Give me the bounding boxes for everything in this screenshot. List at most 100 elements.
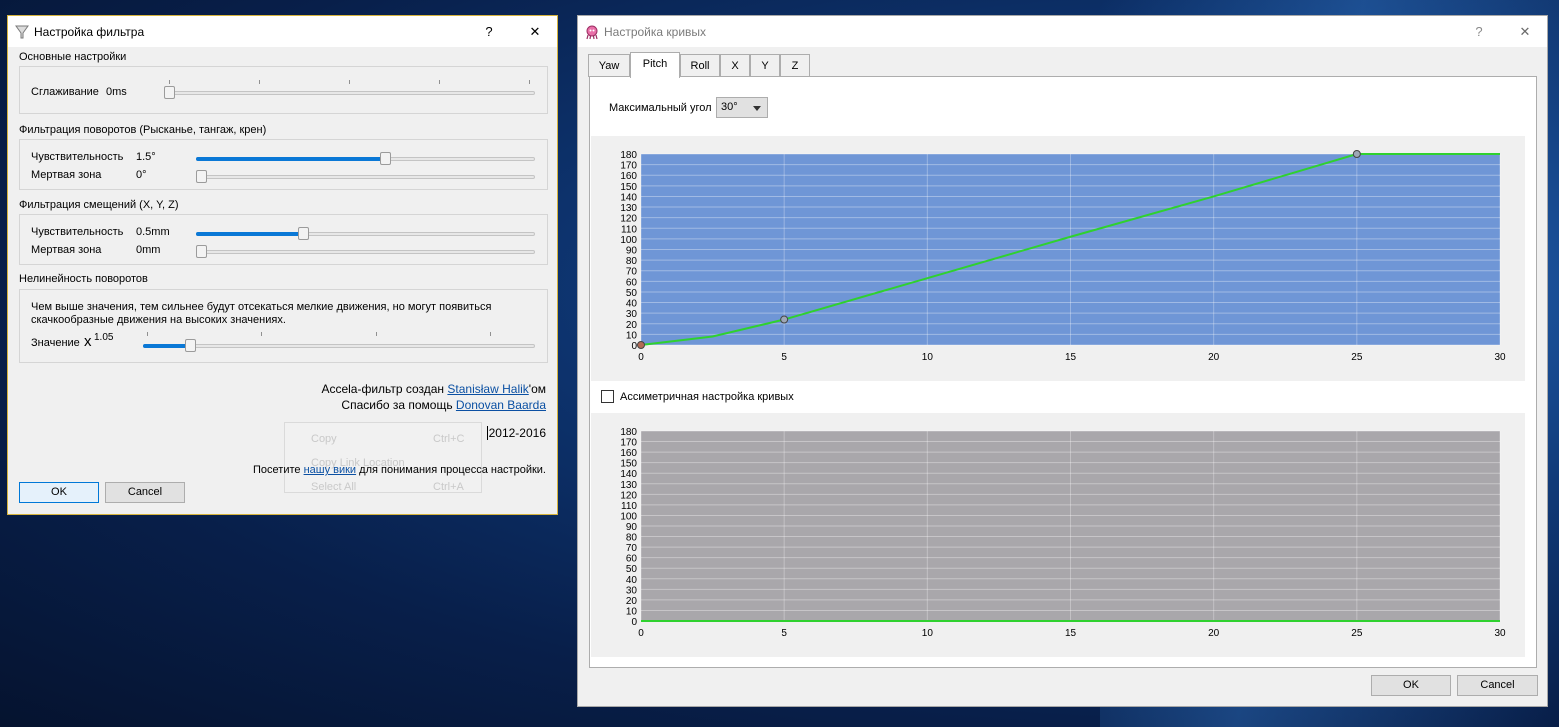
context-menu-select-all[interactable]: Select All — [311, 481, 356, 493]
tab-x[interactable]: X — [720, 54, 750, 77]
title-bar[interactable]: Настройка кривых ? ✕ — [578, 16, 1547, 47]
nonlinearity-description: Чем выше значения, тем сильнее будут отс… — [31, 301, 492, 326]
smoothing-slider[interactable] — [164, 86, 535, 100]
window-title: Настройка фильтра — [34, 25, 145, 39]
slider-handle[interactable] — [379, 152, 391, 165]
chevron-down-icon — [753, 106, 761, 111]
nonlinearity-value-base: x — [84, 333, 92, 350]
x-tick-label: 20 — [1208, 628, 1220, 639]
y-tick-label: 120 — [620, 490, 637, 501]
close-button[interactable]: ✕ — [1510, 22, 1540, 42]
credits-thanks-prefix: Спасибо за помощь — [341, 398, 456, 412]
slider-handle[interactable] — [196, 245, 207, 258]
translation-sensitivity-label: Чувствительность — [31, 226, 124, 238]
y-tick-label: 80 — [626, 533, 638, 544]
asymmetric-checkbox[interactable] — [601, 390, 614, 403]
rotation-sensitivity-slider[interactable] — [196, 152, 535, 166]
thanks-link[interactable]: Donovan Baarda — [456, 398, 546, 412]
rotation-sensitivity-label: Чувствительность — [31, 151, 124, 163]
y-tick-label: 20 — [626, 320, 638, 331]
slider-tick — [490, 332, 491, 336]
credits-author: Accela-фильтр создан Stanisław Halik'ом — [321, 382, 546, 396]
rotation-deadzone-slider[interactable] — [196, 170, 535, 184]
slider-tick — [529, 80, 530, 84]
context-menu-copy[interactable]: Copy — [311, 433, 337, 445]
x-tick-label: 15 — [1065, 352, 1077, 363]
slider-tick — [261, 332, 262, 336]
nonlinearity-label: Нелинейность поворотов — [19, 273, 148, 285]
translation-filter-group: Чувствительность 0.5mm Мертвая зона 0mm — [19, 214, 548, 265]
translation-sensitivity-slider[interactable] — [196, 227, 535, 241]
curve-control-point — [780, 315, 789, 324]
filter-app-icon — [15, 25, 29, 39]
slider-handle[interactable] — [196, 170, 207, 183]
y-tick-label: 110 — [621, 224, 637, 235]
slider-track — [196, 175, 535, 179]
y-tick-label: 60 — [626, 277, 638, 288]
slider-tick — [169, 80, 170, 84]
y-tick-label: 170 — [620, 161, 637, 172]
y-tick-label: 140 — [620, 469, 637, 480]
asymmetric-label: Ассиметричная настройка кривых — [620, 391, 794, 403]
slider-fill — [196, 157, 386, 161]
translation-deadzone-label: Мертвая зона — [31, 244, 102, 256]
asymmetric-curve-chart[interactable]: 0102030405060708090100110120130140150160… — [591, 413, 1525, 657]
y-tick-label: 150 — [620, 459, 637, 470]
help-button[interactable]: ? — [1464, 22, 1494, 42]
author-link[interactable]: Stanisław Halik — [447, 382, 528, 396]
rotation-deadzone-value: 0° — [136, 169, 147, 181]
slider-tick — [259, 80, 260, 84]
slider-handle[interactable] — [164, 86, 175, 99]
y-tick-label: 170 — [620, 438, 637, 449]
y-tick-label: 180 — [620, 427, 637, 438]
max-angle-dropdown[interactable]: 30° — [716, 97, 768, 118]
curve-control-point — [637, 341, 645, 349]
help-button[interactable]: ? — [474, 22, 504, 42]
y-tick-label: 120 — [620, 214, 637, 225]
y-tick-label: 70 — [626, 267, 638, 278]
tab-y[interactable]: Y — [750, 54, 780, 77]
wiki-suffix: для понимания процесса настройки. — [356, 464, 546, 476]
x-tick-label: 10 — [922, 628, 934, 639]
pitch-tab-panel: Максимальный угол 30° 0 10 20 30 40 50 60 70 80 9… — [589, 76, 1537, 668]
translation-filter-label: Фильтрация смещений (X, Y, Z) — [19, 199, 179, 211]
pitch-curve-chart[interactable]: 0102030405060708090100110120130140150160… — [591, 136, 1525, 381]
close-button[interactable]: ✕ — [520, 22, 550, 42]
translation-deadzone-slider[interactable] — [196, 245, 535, 259]
copyright-years: 2012-2016 — [486, 426, 546, 440]
nonlinearity-slider[interactable] — [143, 339, 535, 353]
tab-z[interactable]: Z — [780, 54, 810, 77]
x-tick-label: 25 — [1351, 352, 1363, 363]
ok-button[interactable]: OK — [19, 482, 99, 503]
tab-roll[interactable]: Roll — [680, 54, 720, 77]
y-tick-label: 20 — [626, 596, 638, 607]
y-tick-label: 110 — [621, 501, 637, 512]
y-tick-label: 60 — [626, 554, 638, 565]
wiki-link[interactable]: нашу вики — [304, 464, 357, 476]
y-tick-label: 130 — [620, 480, 637, 491]
basic-settings-label: Основные настройки — [19, 51, 127, 63]
x-tick-label: 20 — [1208, 352, 1220, 363]
wiki-prefix: Посетите — [253, 464, 304, 476]
slider-handle[interactable] — [184, 339, 196, 352]
slider-handle[interactable] — [297, 227, 309, 240]
translation-deadzone-value: 0mm — [136, 244, 161, 256]
y-tick-label: 90 — [626, 522, 638, 533]
rotation-filter-label: Фильтрация поворотов (Рысканье, тангаж, … — [19, 124, 267, 136]
y-tick-label: 130 — [620, 203, 637, 214]
ok-button[interactable]: OK — [1371, 675, 1451, 696]
smoothing-value: 0ms — [106, 86, 127, 98]
x-tick-label: 0 — [638, 628, 644, 639]
nonlinearity-value-exponent: 1.05 — [94, 332, 114, 343]
tab-pitch[interactable]: Pitch — [630, 52, 680, 78]
tab-yaw[interactable]: Yaw — [588, 54, 630, 77]
y-tick-label: 160 — [620, 448, 637, 459]
cancel-button[interactable]: Cancel — [1457, 675, 1538, 696]
title-bar[interactable]: Настройка фильтра ? ✕ — [8, 16, 557, 47]
y-tick-label: 90 — [626, 246, 638, 257]
slider-track — [143, 344, 535, 348]
nonlinearity-group: Чем выше значения, тем сильнее будут отс… — [19, 289, 548, 363]
y-tick-label: 30 — [626, 585, 638, 596]
basic-settings-group: Сглаживание 0ms — [19, 66, 548, 114]
cancel-button[interactable]: Cancel — [105, 482, 185, 503]
